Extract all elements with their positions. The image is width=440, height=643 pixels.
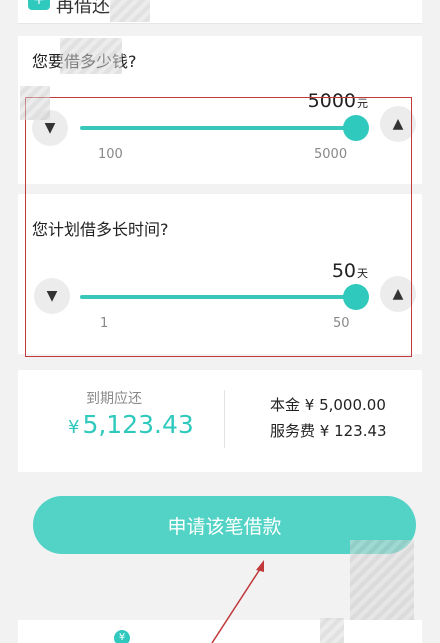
loan-page: + 再借还 您要借多少钱? 5000元 ▼ ▲ 100 5000 您计划借多长时…	[0, 0, 440, 643]
annotation-arrow	[211, 560, 264, 643]
